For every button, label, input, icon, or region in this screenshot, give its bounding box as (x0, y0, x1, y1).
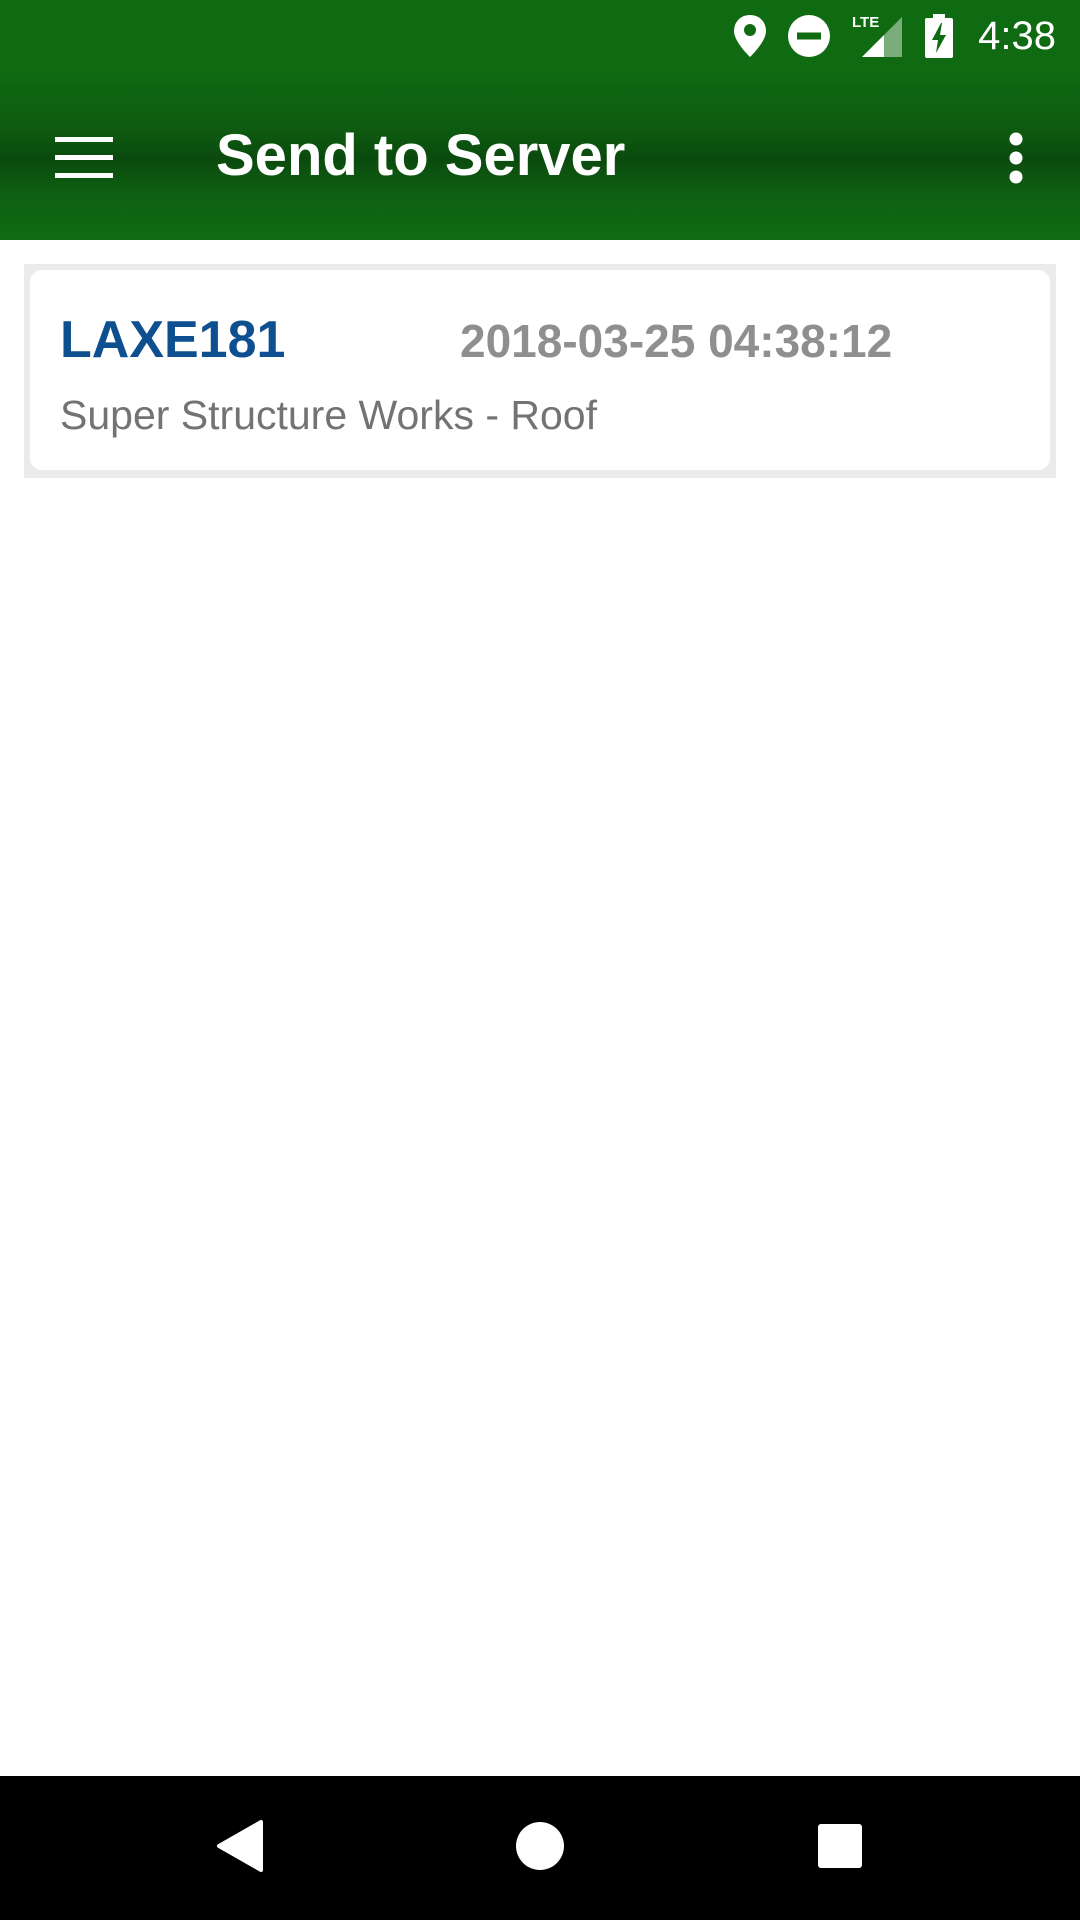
do-not-disturb-icon (786, 13, 832, 59)
header: LTE 4:38 Send to Server (0, 0, 1080, 240)
lte-label: LTE (852, 14, 879, 31)
battery-charging-icon (924, 13, 954, 59)
list-item[interactable]: LAXE181 2018-03-25 04:38:12 Super Struct… (30, 270, 1050, 470)
app-bar: Send to Server (0, 72, 1080, 240)
screen: LTE 4:38 Send to Server LAXE181 2018-03-… (0, 0, 1080, 1920)
status-bar: LTE 4:38 (0, 0, 1080, 72)
list-item-frame: LAXE181 2018-03-25 04:38:12 Super Struct… (24, 264, 1056, 478)
more-vert-icon (1008, 132, 1024, 189)
recents-button[interactable] (790, 1798, 890, 1898)
lte-signal-icon: LTE (850, 13, 906, 59)
overflow-menu-button[interactable] (984, 116, 1048, 204)
navigation-bar (0, 1776, 1080, 1920)
back-icon (215, 1819, 265, 1878)
content-area: LAXE181 2018-03-25 04:38:12 Super Struct… (0, 240, 1080, 1776)
item-subtitle: Super Structure Works - Roof (60, 392, 597, 438)
menu-button[interactable] (40, 116, 128, 204)
location-icon (732, 13, 768, 59)
home-button[interactable] (490, 1798, 590, 1898)
home-icon (515, 1821, 565, 1876)
hamburger-menu-icon (55, 136, 113, 184)
status-time: 4:38 (978, 13, 1056, 58)
back-button[interactable] (190, 1798, 290, 1898)
page-title: Send to Server (216, 123, 626, 188)
recents-icon (817, 1823, 863, 1874)
item-code: LAXE181 (60, 311, 286, 369)
status-icons: LTE 4:38 (732, 10, 1056, 62)
item-datetime: 2018-03-25 04:38:12 (460, 315, 893, 367)
